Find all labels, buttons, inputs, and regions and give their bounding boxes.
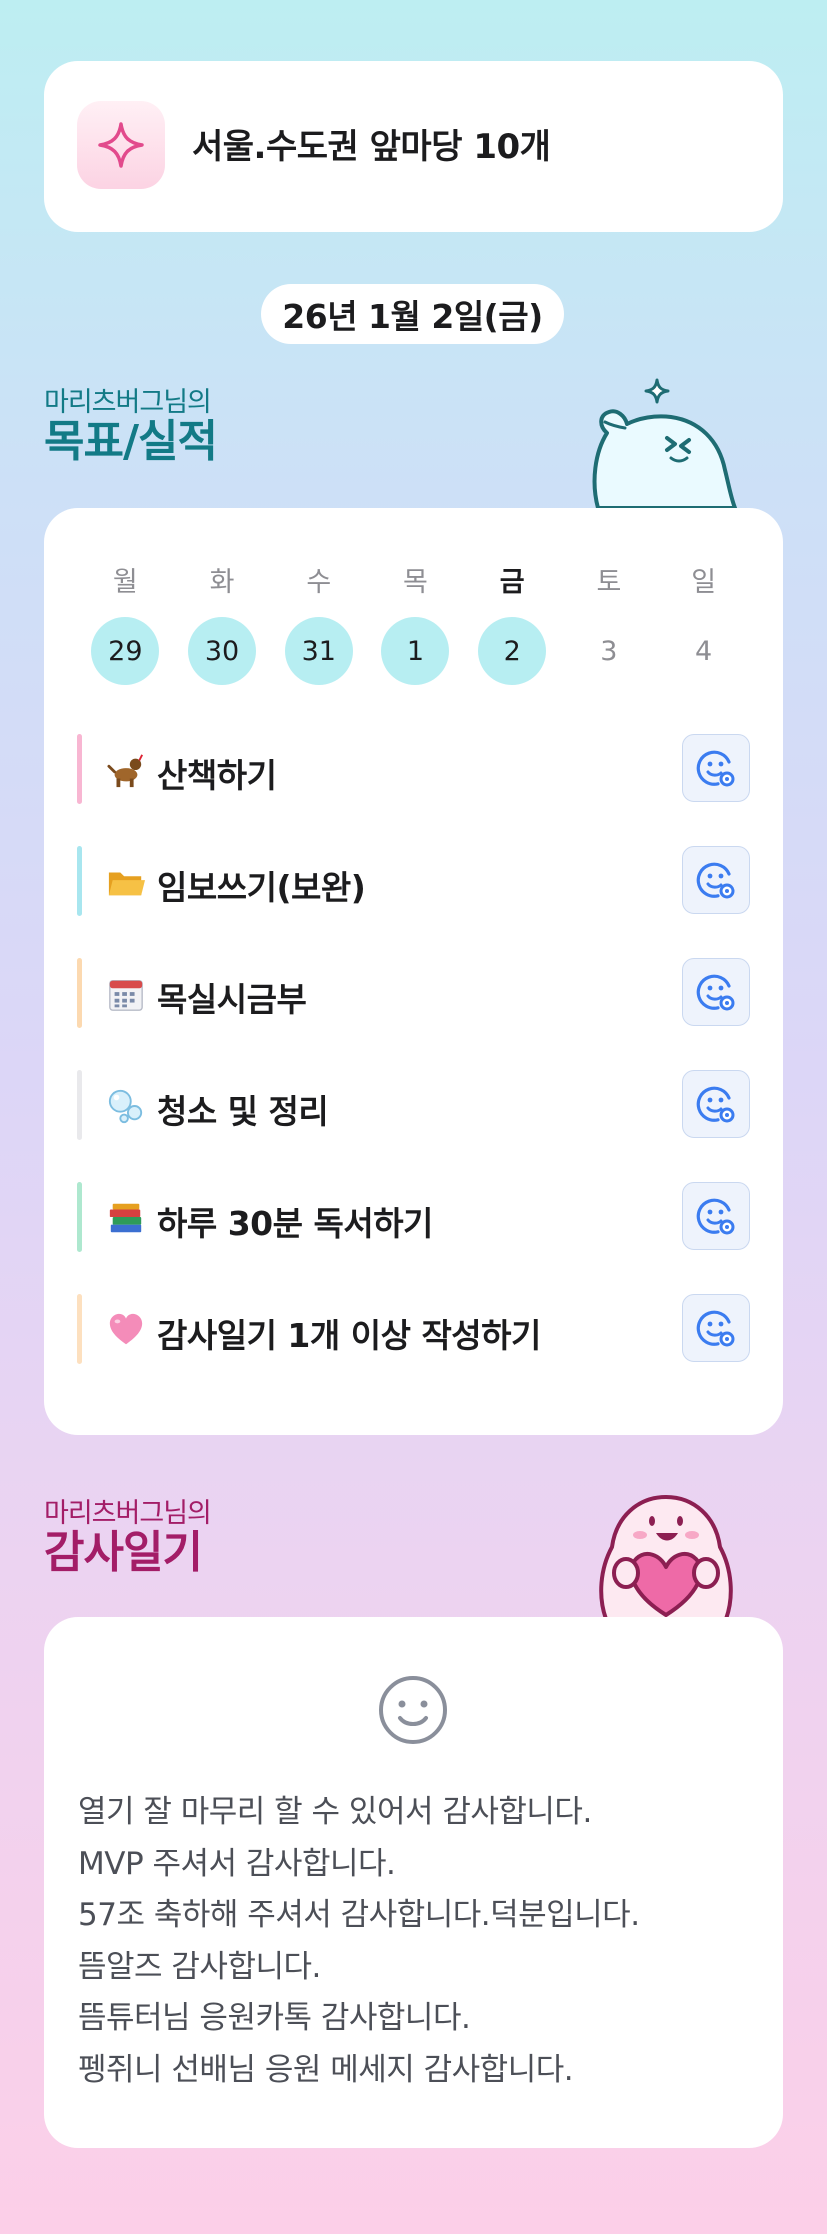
react-emoji-button[interactable] bbox=[682, 1182, 750, 1250]
week-day[interactable]: 월 29 bbox=[77, 565, 174, 685]
day-number[interactable]: 2 bbox=[478, 617, 547, 685]
bubbles-icon bbox=[108, 1089, 143, 1124]
react-emoji-button[interactable] bbox=[682, 846, 750, 914]
add-reaction-icon bbox=[696, 1198, 735, 1235]
add-reaction-icon bbox=[696, 974, 735, 1011]
week-day[interactable]: 금2 bbox=[464, 565, 561, 685]
task-color-bar bbox=[77, 734, 82, 804]
gratitude-line: MVP 주셔서 감사합니다. bbox=[78, 1845, 396, 1882]
task-row[interactable]: 목실시금부 bbox=[77, 958, 750, 1028]
day-number[interactable]: 30 bbox=[188, 617, 257, 685]
day-number[interactable]: 29 bbox=[91, 617, 160, 685]
goals-section-subtitle: 마리츠버그님의 bbox=[44, 387, 212, 418]
heart-icon bbox=[109, 1313, 143, 1345]
task-label: 감사일기 1개 이상 작성하기 bbox=[157, 1316, 541, 1355]
day-number[interactable]: 4 bbox=[670, 617, 738, 685]
gratitude-line: 열기 잘 마무리 할 수 있어서 감사합니다. bbox=[78, 1794, 592, 1830]
weekday-label: 일 bbox=[691, 567, 717, 598]
react-emoji-button[interactable] bbox=[682, 1294, 750, 1362]
task-row[interactable]: 청소 및 정리 bbox=[77, 1070, 750, 1140]
add-reaction-icon bbox=[696, 750, 735, 787]
weekday-label: 금 bbox=[499, 567, 525, 598]
gratitude-entries: 열기 잘 마무리 할 수 있어서 감사합니다. MVP 주셔서 감사합니다. 5… bbox=[78, 1787, 758, 2096]
task-row[interactable]: 감사일기 1개 이상 작성하기 bbox=[77, 1294, 750, 1364]
task-label: 청소 및 정리 bbox=[157, 1092, 329, 1131]
goal-banner-card[interactable]: 서울.수도권 앞마당 10개 bbox=[44, 61, 783, 232]
week-day[interactable]: 목1 bbox=[367, 565, 464, 685]
goals-card: 월 29 화 30 수 31 목 1 금 2 토 3 일 4 산책하기 임보쓰기(보완) bbox=[44, 508, 783, 1435]
gratitude-line: 뜸튜터님 응원카톡 감사합니다. bbox=[78, 2000, 471, 2036]
task-color-bar bbox=[77, 958, 82, 1028]
thanks-section-header: 마리츠버그님의 감사일기 bbox=[44, 1498, 212, 1578]
task-label: 목실시금부 bbox=[157, 980, 307, 1019]
sparkle-icon bbox=[77, 101, 165, 189]
react-emoji-button[interactable] bbox=[682, 1070, 750, 1138]
gratitude-line: 57조 축하해 주셔서 감사합니다.덕분입니다. bbox=[78, 1897, 640, 1933]
add-reaction-icon bbox=[696, 1086, 735, 1123]
weekday-label: 목 bbox=[403, 567, 428, 598]
react-emoji-button[interactable] bbox=[682, 734, 750, 802]
gratitude-line: 펭쥐니 선배님 응원 메세지 감사합니다. bbox=[78, 2051, 574, 2088]
task-row[interactable]: 하루 30분 독서하기 bbox=[77, 1182, 750, 1252]
day-number[interactable]: 1 bbox=[381, 617, 450, 685]
task-color-bar bbox=[77, 1294, 82, 1364]
calendar-icon bbox=[109, 979, 143, 1011]
task-row[interactable]: 산책하기 bbox=[77, 734, 750, 804]
week-day[interactable]: 일4 bbox=[657, 565, 750, 685]
week-day[interactable]: 토3 bbox=[561, 565, 658, 685]
weekday-label: 수 bbox=[306, 567, 332, 598]
date-pill: 26년 1월 2일(금) bbox=[261, 284, 564, 344]
goals-section-header: 마리츠버그님의 목표/실적 bbox=[44, 387, 218, 467]
folder-icon bbox=[108, 872, 145, 896]
gratitude-line: 뜸알즈 감사합니다. bbox=[78, 1948, 321, 1985]
week-day[interactable]: 화 30 bbox=[174, 565, 271, 685]
mascot-pink-icon bbox=[599, 1495, 733, 1619]
gratitude-journal-card: 열기 잘 마무리 할 수 있어서 감사합니다. MVP 주셔서 감사합니다. 5… bbox=[44, 1617, 783, 2148]
task-label: 임보쓰기(보완) bbox=[157, 868, 366, 907]
thanks-section-title: 감사일기 bbox=[44, 1527, 203, 1578]
task-color-bar bbox=[77, 846, 82, 916]
week-calendar: 월 29 화 30 수 31 목 1 금 2 토 3 일 4 bbox=[77, 565, 750, 685]
banner-title: 서울.수도권 앞마당 10개 bbox=[192, 127, 551, 167]
weekday-label: 월 bbox=[112, 567, 138, 598]
add-reaction-icon bbox=[696, 1310, 735, 1347]
week-day[interactable]: 수 31 bbox=[270, 565, 367, 685]
goals-section-title: 목표/실적 bbox=[44, 416, 218, 467]
weekday-label: 화 bbox=[209, 567, 235, 598]
smile-icon[interactable] bbox=[377, 1674, 449, 1746]
books-icon bbox=[109, 1203, 142, 1233]
thanks-section-subtitle: 마리츠버그님의 bbox=[44, 1498, 212, 1529]
task-row[interactable]: 임보쓰기(보완) bbox=[77, 846, 750, 916]
task-label: 산책하기 bbox=[157, 756, 277, 795]
mascot-teal-icon bbox=[592, 378, 737, 510]
react-emoji-button[interactable] bbox=[682, 958, 750, 1026]
weekday-label: 토 bbox=[596, 567, 622, 598]
task-color-bar bbox=[77, 1070, 82, 1140]
dog-icon bbox=[107, 754, 143, 788]
day-number[interactable]: 31 bbox=[284, 617, 353, 685]
add-reaction-icon bbox=[696, 862, 735, 899]
task-label: 하루 30분 독서하기 bbox=[157, 1204, 433, 1243]
task-color-bar bbox=[77, 1182, 82, 1252]
day-number[interactable]: 3 bbox=[575, 617, 643, 685]
